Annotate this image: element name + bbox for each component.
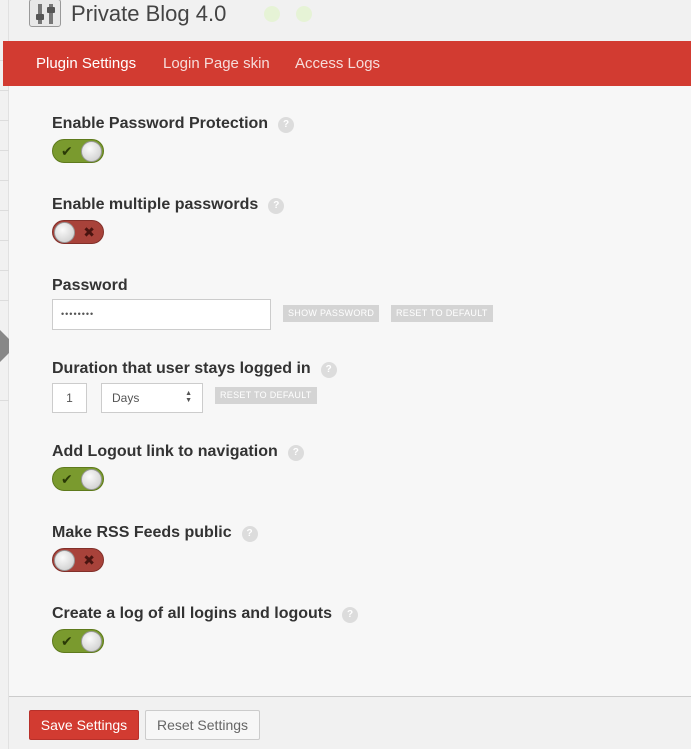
login-log-toggle[interactable]: ✔ <box>52 629 104 653</box>
selected-unit: Days <box>112 391 140 405</box>
sidebar-divider <box>0 210 9 211</box>
footer-actions: Save Settings Reset Settings <box>9 696 691 749</box>
check-icon: ✔ <box>61 143 73 159</box>
check-icon: ✔ <box>61 471 73 487</box>
password-field[interactable]: •••••••• <box>52 299 271 330</box>
setting-label: Add Logout link to navigation? <box>52 443 304 461</box>
label-text: Enable Password Protection <box>52 115 269 132</box>
help-icon[interactable]: ? <box>278 117 295 133</box>
toggle-knob <box>54 222 75 243</box>
sidebar-divider <box>0 300 9 301</box>
help-icon[interactable]: ? <box>287 445 304 461</box>
page-title: Private Blog 4.0 <box>71 1 227 26</box>
setting-label: Enable Password Protection? <box>52 115 295 133</box>
sidebar-divider <box>0 180 9 181</box>
status-dot <box>264 6 280 22</box>
tab-access-logs[interactable]: Access Logs <box>295 41 380 86</box>
toggle-knob <box>81 469 102 490</box>
label-text: Add Logout link to navigation <box>52 443 278 460</box>
duration-value-input[interactable]: 1 <box>52 383 87 413</box>
help-icon[interactable]: ? <box>320 362 337 378</box>
cross-icon: ✖ <box>83 224 95 240</box>
sliders-icon <box>29 0 61 27</box>
cross-icon: ✖ <box>83 552 95 568</box>
label-text: Password <box>52 277 128 294</box>
sidebar-divider <box>0 240 9 241</box>
setting-label: Password <box>52 277 128 295</box>
tab-login-page-skin[interactable]: Login Page skin <box>163 41 270 86</box>
help-icon[interactable]: ? <box>268 198 285 214</box>
rss-public-toggle[interactable]: ✖ <box>52 548 104 572</box>
tab-plugin-settings[interactable]: Plugin Settings <box>36 41 136 86</box>
toggle-knob <box>54 550 75 571</box>
reset-settings-button[interactable]: Reset Settings <box>145 710 260 740</box>
setting-label: Duration that user stays logged in? <box>52 360 337 378</box>
settings-panel: Enable Password Protection? ✔ Enable mul… <box>9 86 691 696</box>
logout-link-toggle[interactable]: ✔ <box>52 467 104 491</box>
sidebar-divider <box>0 400 9 401</box>
reset-password-button[interactable]: RESET TO DEFAULT <box>391 305 493 322</box>
setting-label: Enable multiple passwords? <box>52 196 285 214</box>
label-text: Create a log of all logins and logouts <box>52 605 333 622</box>
multiple-passwords-toggle[interactable]: ✖ <box>52 220 104 244</box>
help-icon[interactable]: ? <box>342 607 359 623</box>
toggle-knob <box>81 631 102 652</box>
tab-bar: Plugin Settings Login Page skin Access L… <box>3 41 691 86</box>
show-password-button[interactable]: SHOW PASSWORD <box>283 305 380 322</box>
label-text: Enable multiple passwords <box>52 196 259 213</box>
setting-label: Make RSS Feeds public? <box>52 524 258 542</box>
page-header: Private Blog 4.0 <box>10 0 691 41</box>
select-arrows-icon: ▲ ▼ <box>185 390 192 404</box>
sidebar-divider <box>0 120 9 121</box>
status-dot <box>296 6 312 22</box>
label-text: Duration that user stays logged in <box>52 360 311 377</box>
sidebar-divider <box>0 90 9 91</box>
admin-sidebar-strip <box>0 0 9 749</box>
setting-label: Create a log of all logins and logouts? <box>52 605 359 623</box>
label-text: Make RSS Feeds public <box>52 524 232 541</box>
check-icon: ✔ <box>61 633 73 649</box>
help-icon[interactable]: ? <box>241 526 258 542</box>
duration-unit-select[interactable]: Days ▲ ▼ <box>101 383 203 413</box>
sidebar-divider <box>0 150 9 151</box>
password-protection-toggle[interactable]: ✔ <box>52 139 104 163</box>
reset-duration-button[interactable]: RESET TO DEFAULT <box>215 387 317 404</box>
sidebar-divider <box>0 270 9 271</box>
toggle-knob <box>81 141 102 162</box>
save-settings-button[interactable]: Save Settings <box>29 710 139 740</box>
